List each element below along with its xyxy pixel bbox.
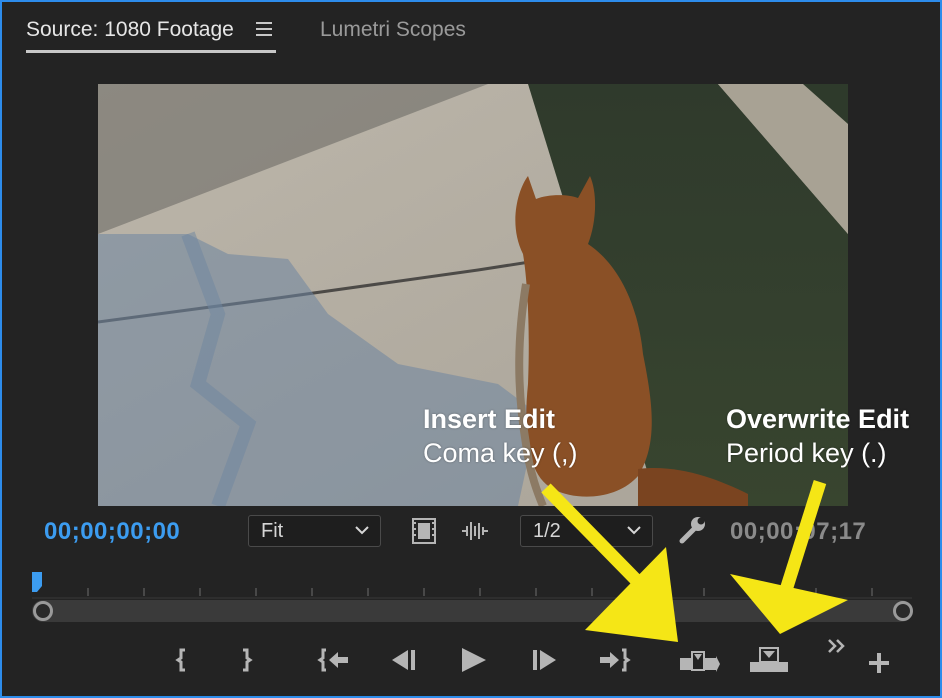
overwrite-arrow-icon — [730, 480, 848, 634]
insert-arrow-icon — [541, 483, 678, 642]
annotation-arrows — [541, 480, 848, 642]
source-monitor-panel: Source: 1080 Footage Lumetri Scopes Inse… — [0, 0, 942, 698]
